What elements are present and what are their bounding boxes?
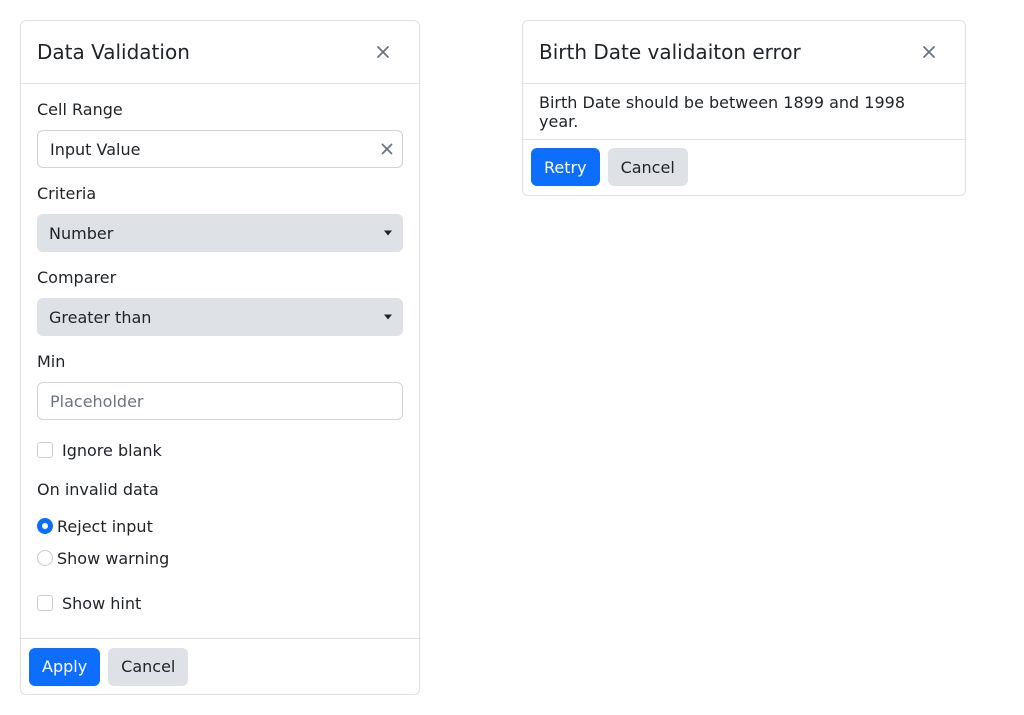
show-warning-radio[interactable]	[37, 550, 53, 566]
show-warning-row: Show warning	[37, 547, 403, 569]
min-field: Min Placeholder	[37, 352, 403, 420]
retry-button[interactable]: Retry	[531, 148, 600, 186]
close-icon[interactable]	[917, 40, 941, 64]
comparer-selected: Greater than	[49, 307, 152, 327]
dialog-header: Birth Date validaiton error	[523, 21, 965, 84]
on-invalid-label: On invalid data	[37, 480, 159, 499]
show-hint-checkbox[interactable]	[37, 595, 53, 611]
dialog-title: Birth Date validaiton error	[539, 40, 801, 64]
min-label: Min	[37, 352, 66, 371]
dialog-body: Cell Range Input Value Criteria Number C…	[21, 84, 419, 613]
cell-range-input[interactable]: Input Value	[37, 130, 403, 168]
ignore-blank-row: Ignore blank	[37, 440, 403, 460]
show-hint-row: Show hint	[37, 593, 403, 613]
criteria-label: Criteria	[37, 184, 97, 203]
error-message: Birth Date should be between 1899 and 19…	[523, 84, 965, 140]
reject-input-radio[interactable]	[37, 518, 53, 534]
comparer-field: Comparer Greater than	[37, 268, 403, 336]
min-placeholder: Placeholder	[50, 391, 144, 411]
close-icon[interactable]	[371, 40, 395, 64]
criteria-field: Criteria Number	[37, 184, 403, 252]
cancel-button[interactable]: Cancel	[108, 647, 189, 686]
show-warning-label: Show warning	[57, 548, 170, 568]
min-input[interactable]: Placeholder	[37, 382, 403, 420]
clear-icon[interactable]	[380, 142, 394, 156]
dialog-title: Data Validation	[37, 40, 190, 64]
cell-range-value: Input Value	[50, 139, 141, 159]
comparer-select[interactable]: Greater than	[37, 298, 403, 336]
reject-input-label: Reject input	[57, 516, 153, 536]
chevron-down-icon	[384, 314, 392, 320]
comparer-label: Comparer	[37, 268, 117, 287]
cell-range-label: Cell Range	[37, 100, 123, 119]
cell-range-field: Cell Range Input Value	[37, 100, 403, 168]
criteria-select[interactable]: Number	[37, 214, 403, 252]
data-validation-dialog: Data Validation Cell Range Input Value C…	[20, 20, 420, 695]
dialog-footer: Retry Cancel	[523, 139, 965, 195]
dialog-header: Data Validation	[21, 21, 419, 84]
show-hint-label: Show hint	[62, 593, 142, 613]
reject-input-row: Reject input	[37, 515, 403, 537]
validation-error-dialog: Birth Date validaiton error Birth Date s…	[522, 20, 966, 196]
ignore-blank-checkbox[interactable]	[37, 442, 53, 458]
chevron-down-icon	[384, 230, 392, 236]
apply-button[interactable]: Apply	[29, 647, 101, 686]
ignore-blank-label: Ignore blank	[62, 440, 162, 460]
cancel-button[interactable]: Cancel	[607, 148, 688, 186]
dialog-footer: Apply Cancel	[21, 638, 419, 694]
criteria-selected: Number	[49, 223, 114, 243]
